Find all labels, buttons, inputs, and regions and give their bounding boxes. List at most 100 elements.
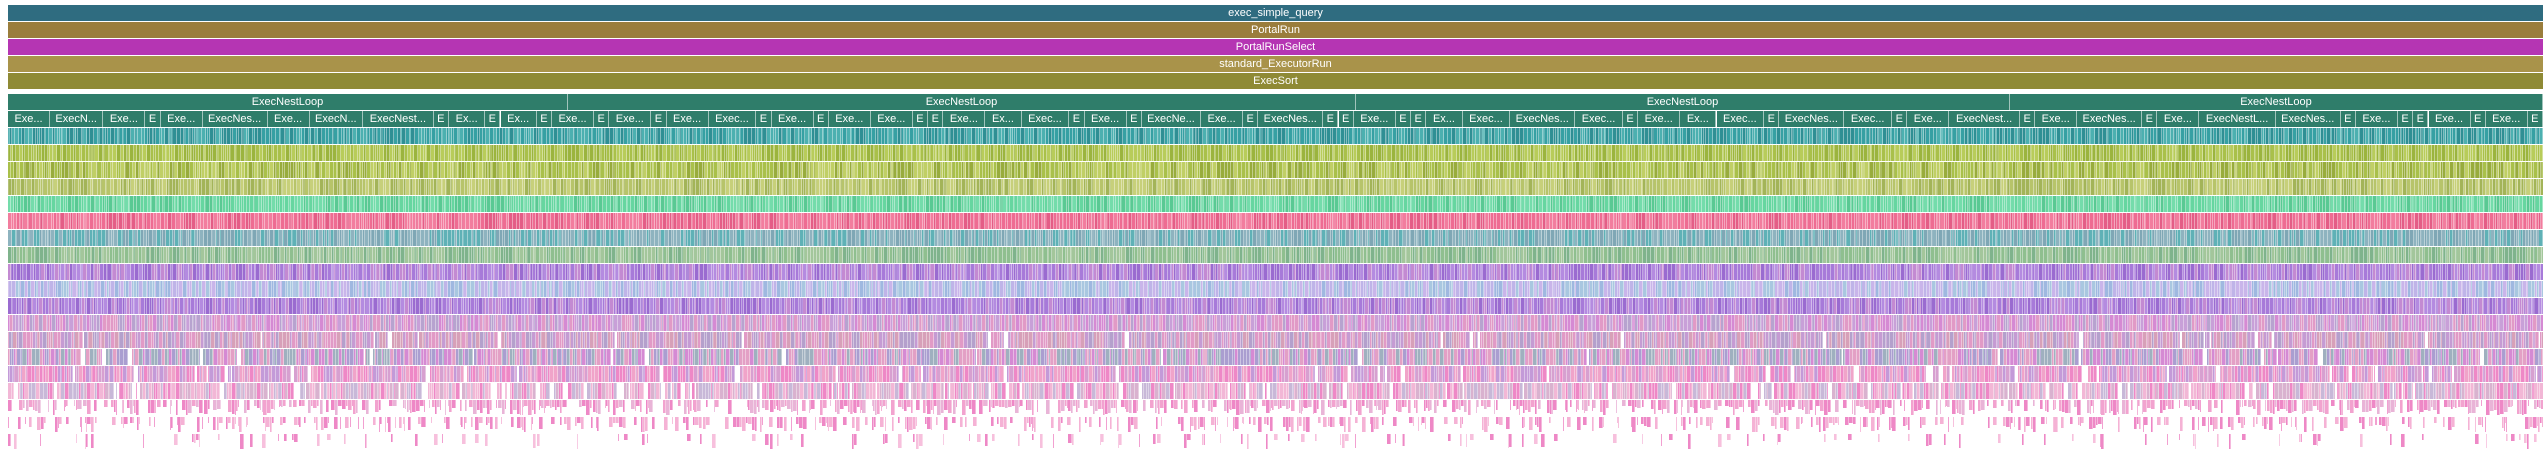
frame-exec-nest-child[interactable]: Exe... [267,111,310,127]
frame-label: ExecSort [1253,75,1298,87]
frame-exec-nest-child[interactable]: Exec... [708,111,757,127]
frame-exec-nest-child[interactable]: E [2527,111,2543,127]
frame-exec-nest-child[interactable]: ExecN... [50,111,104,127]
frame-stack-row[interactable] [0,196,2543,212]
frame-exec-nest-child[interactable]: Exe... [828,111,871,127]
frame-stack-row[interactable] [0,162,2543,178]
frame-exec-nest-child[interactable]: E [2142,111,2158,127]
frame-exec-nest-child[interactable]: E [485,111,501,127]
frame-stack-row[interactable] [0,332,2543,348]
frame-exec-nest-child[interactable]: E [1338,111,1354,127]
frame-exec-nest-child[interactable]: ExecNes... [1779,111,1845,127]
frame-exec-nest-child[interactable]: E [1764,111,1780,127]
frame-exec-nest-child[interactable]: Exe... [870,111,913,127]
frame-exec-nest-child[interactable]: E [536,111,553,127]
frame-stack-row[interactable] [0,281,2543,297]
frame-stack-row[interactable] [0,230,2543,246]
frame-stack-row[interactable] [0,145,2543,161]
frame-exec-nest-child[interactable]: Exe... [943,111,986,127]
frame-exec-nest-child[interactable]: E [651,111,667,127]
frame-exec-nest-child[interactable]: Exe... [2035,111,2078,127]
frame-exec-nest-child[interactable]: Exe... [2485,111,2528,127]
frame-stack-row[interactable] [0,247,2543,263]
frame-exec-nest-child[interactable]: Ex... [449,111,486,127]
frame-exec-nest-child[interactable]: E [2413,111,2429,127]
frame-exec-nest-child[interactable]: Exe... [1353,111,1396,127]
frame-exec-nest-child[interactable]: ExecN... [309,111,363,127]
frame-stack-row[interactable] [0,264,2543,280]
frame-portal-run[interactable]: PortalRun [8,22,2543,38]
frame-portal-run-select[interactable]: PortalRunSelect [8,39,2543,55]
frame-exec-nest-child[interactable]: Ex... [1426,111,1463,127]
frame-exec-nest-child[interactable]: E [813,111,829,127]
frame-standard-executor-run[interactable]: standard_ExecutorRun [8,56,2543,72]
frame-exec-nest-child[interactable]: Exe... [2428,111,2471,127]
frame-exec-simple-query[interactable]: exec_simple_query [8,5,2543,21]
frame-exec-nest-child[interactable]: E [1126,111,1142,127]
frame-exec-nest-child[interactable]: Exec... [1462,111,1511,127]
frame-exec-nest-child[interactable]: E [594,111,610,127]
frame-stack-row[interactable] [0,434,2543,450]
frame-exec-nest-child[interactable]: ExecNes... [2077,111,2143,127]
frame-stack-row[interactable] [0,349,2543,365]
frame-stack-row[interactable] [0,298,2543,314]
frame-exec-nest-child[interactable]: E [145,111,161,127]
frame-exec-nest-child[interactable]: E [1892,111,1908,127]
frame-exec-nest-child[interactable]: ExecNest... [363,111,434,127]
frame-exec-nest-child[interactable]: E [1243,111,1259,127]
frame-stack-row[interactable] [0,213,2543,229]
frame-stack-row[interactable] [0,128,2543,144]
frame-exec-nest-child[interactable]: Exe... [1907,111,1950,127]
frame-exec-nest-child[interactable]: E [2397,111,2414,127]
frame-exec-nest-child[interactable]: E [2020,111,2036,127]
frame-exec-nest-child[interactable]: Exe... [1638,111,1681,127]
frame-exec-nest-child[interactable]: E [756,111,772,127]
frame-exec-nest-child[interactable]: Exe... [8,111,50,127]
frame-stack-row[interactable] [0,417,2543,433]
frame-exec-nest-child[interactable]: ExecNestL... [2199,111,2276,127]
frame-stack-row[interactable] [0,366,2543,382]
frame-exec-nest-loop-4[interactable]: ExecNestLoop [2010,94,2543,110]
frame-exec-nest-child[interactable]: E [928,111,944,127]
frame-exec-nest-child[interactable]: Exe... [1201,111,1244,127]
frame-exec-nest-child[interactable]: E [912,111,929,127]
frame-exec-nest-child[interactable]: Exe... [609,111,652,127]
frame-exec-nest-child[interactable]: Ex... [500,111,537,127]
frame-exec-nest-loop-1[interactable]: ExecNestLoop [8,94,568,110]
frame-exec-nest-child[interactable]: Exe... [771,111,814,127]
frame-exec-sort[interactable]: ExecSort [8,73,2543,89]
frame-exec-nest-child[interactable]: ExecNes... [1258,111,1324,127]
frame-stack-row[interactable] [0,383,2543,399]
frame-exec-nest-child[interactable]: Exe... [160,111,203,127]
frame-exec-nest-child[interactable]: Exec... [1716,111,1765,127]
frame-exec-nest-loop-3[interactable]: ExecNestLoop [1356,94,2010,110]
frame-exec-nest-child[interactable]: Ex... [1680,111,1717,127]
frame-exec-nest-child[interactable]: Exec... [1844,111,1892,127]
frame-stack-row[interactable] [0,400,2543,416]
frame-exec-nest-child[interactable]: E [1069,111,1085,127]
frame-exec-nest-child[interactable]: ExecNes... [1510,111,1576,127]
frame-exec-nest-child[interactable]: E [1622,111,1639,127]
frame-exec-nest-child[interactable]: Exe... [103,111,146,127]
frame-exec-nest-child[interactable]: Ex... [985,111,1022,127]
frame-exec-nest-child[interactable]: ExecNest... [1949,111,2020,127]
frame-exec-nest-child[interactable]: Exec... [1021,111,1070,127]
frame-exec-nest-child[interactable]: E [2470,111,2486,127]
frame-stack-row[interactable] [0,315,2543,331]
frame-exec-nest-child[interactable]: E [1411,111,1427,127]
frame-exec-nest-child[interactable]: ExecNes... [202,111,268,127]
frame-stack-row[interactable] [0,179,2543,195]
frame-exec-nest-child[interactable]: E [433,111,449,127]
frame-exec-nest-child[interactable]: ExecNes... [2275,111,2341,127]
frame-exec-nest-child[interactable]: Exe... [666,111,709,127]
frame-exec-nest-child[interactable]: Exe... [552,111,594,127]
frame-exec-nest-child[interactable]: Exe... [2157,111,2200,127]
frame-exec-nest-child[interactable]: E [2340,111,2356,127]
frame-exec-nest-child[interactable]: Exec... [1575,111,1623,127]
frame-exec-nest-child[interactable]: Exe... [2355,111,2398,127]
frame-exec-nest-child[interactable]: E [1395,111,1412,127]
frame-exec-nest-child[interactable]: E [1323,111,1339,127]
frame-exec-nest-child[interactable]: Exe... [1084,111,1127,127]
frame-exec-nest-loop-2[interactable]: ExecNestLoop [568,94,1356,110]
frame-exec-nest-child[interactable]: ExecNe... [1141,111,1202,127]
